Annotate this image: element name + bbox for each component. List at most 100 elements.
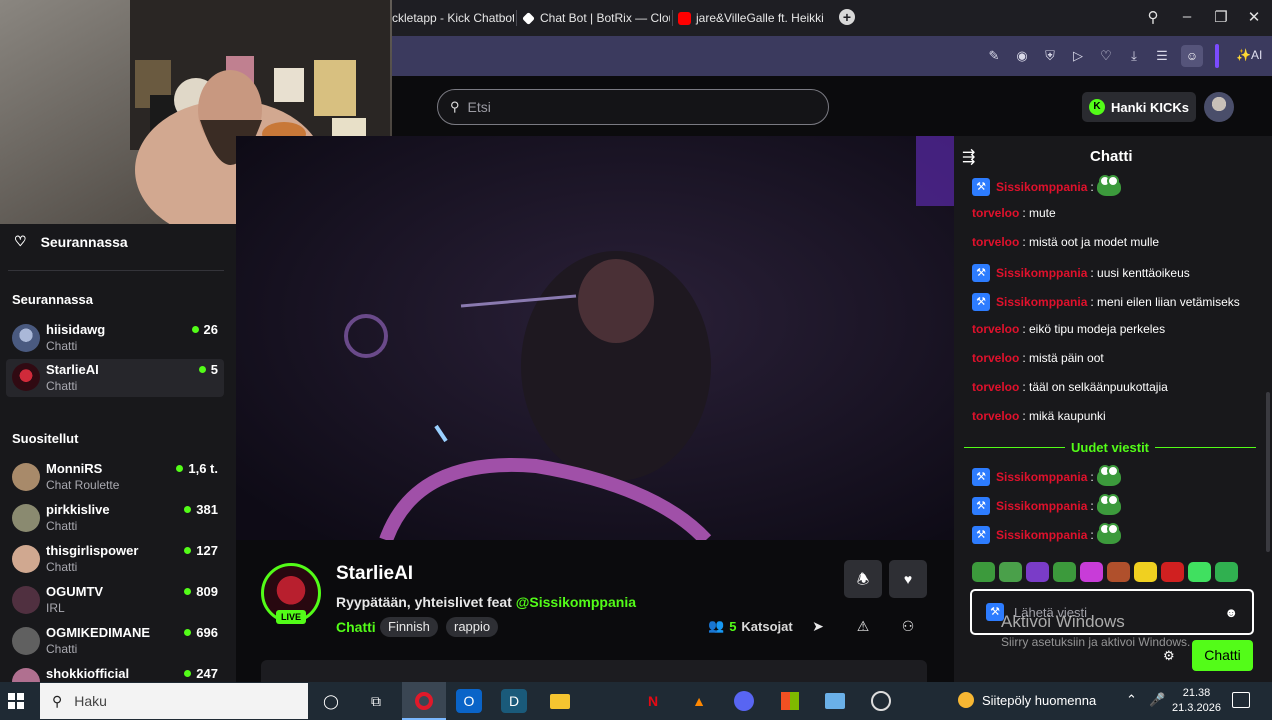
chat-username[interactable]: Sissikomppania — [996, 499, 1087, 513]
vlc-icon[interactable]: ▲ — [686, 689, 712, 713]
chat-username[interactable]: Sissikomppania — [996, 295, 1087, 309]
emote-3-icon[interactable] — [1026, 562, 1049, 582]
discord-icon[interactable] — [731, 689, 757, 713]
search-tabs-icon[interactable]: ⚲ — [1143, 8, 1163, 26]
collapse-chat-icon[interactable]: ⇶ — [962, 147, 975, 167]
opera-icon[interactable] — [411, 689, 437, 713]
camera-icon[interactable]: ◉ — [1013, 47, 1031, 65]
tag-rappio[interactable]: rappio — [446, 617, 499, 637]
emoji-icon[interactable]: ☻ — [1224, 605, 1238, 620]
ai-button[interactable]: ✨AI — [1236, 48, 1262, 62]
close-icon[interactable]: ✕ — [1244, 8, 1264, 26]
following-header[interactable]: ♡ Seurannassa — [14, 233, 128, 250]
avatar — [12, 668, 40, 682]
emote-4-icon[interactable] — [1053, 562, 1076, 582]
download-icon[interactable]: ⤓ — [1125, 47, 1143, 65]
add-user-icon[interactable]: ⚇ — [899, 617, 917, 635]
chat-username[interactable]: Sissikomppania — [996, 470, 1087, 484]
tray-expand-icon[interactable]: ⌃ — [1126, 692, 1137, 708]
sidebar-channel-monnirs[interactable]: MonniRS Chat Roulette 1,6 t. — [6, 459, 224, 497]
obs-icon[interactable] — [868, 689, 894, 713]
netflix-icon[interactable]: N — [640, 689, 666, 713]
remote-desktop-icon[interactable] — [822, 689, 848, 713]
sidebar-channel-ogmikedimane[interactable]: OGMIKEDIMANE Chatti 696 — [6, 623, 224, 661]
restore-icon[interactable]: ❐ — [1211, 8, 1231, 26]
windows-start-icon[interactable] — [8, 693, 24, 709]
notification-bell-button[interactable]: 🕭 — [844, 560, 882, 598]
chat-username[interactable]: torveloo — [972, 322, 1019, 336]
live-dot-icon — [184, 506, 192, 513]
browser-tab-3[interactable]: jare&VilleGalle ft. Heikki K — [678, 8, 828, 28]
sidebar-channel-hiisidawg[interactable]: hiisidawg Chatti 26 — [6, 320, 224, 358]
heart-icon[interactable]: ♡ — [1097, 47, 1115, 65]
chat-username[interactable]: torveloo — [972, 351, 1019, 365]
outlook-icon[interactable]: O — [456, 689, 482, 713]
emote-1-icon[interactable] — [972, 562, 995, 582]
browser-tab-1[interactable]: ckletapp - Kick Chatbot — [392, 8, 514, 28]
taskbar-search[interactable]: ⚲ — [40, 683, 308, 719]
youtube-favicon-icon — [678, 11, 691, 25]
chat-username[interactable]: Sissikomppania — [996, 266, 1087, 280]
report-icon[interactable]: ⚠ — [854, 617, 872, 635]
emote-5-icon[interactable] — [1080, 562, 1103, 582]
viewer-count: 5 — [198, 362, 218, 377]
task-view-icon[interactable]: ⧉ — [363, 689, 389, 713]
chat-username[interactable]: torveloo — [972, 235, 1019, 249]
emote-8-icon[interactable] — [1161, 562, 1184, 582]
play-icon[interactable]: ▷ — [1069, 47, 1087, 65]
sidebar-channel-thisgirlispower[interactable]: thisgirlispower Chatti 127 — [6, 541, 224, 579]
live-dot-icon — [184, 629, 192, 636]
emote-6-icon[interactable] — [1107, 562, 1130, 582]
edit-icon[interactable]: ✎ — [985, 47, 1003, 65]
share-icon[interactable]: ➤ — [809, 617, 827, 635]
disney-plus-icon[interactable]: D — [501, 689, 527, 713]
search-box[interactable]: ⚲ — [437, 89, 829, 125]
microphone-icon[interactable]: 🎤 — [1149, 692, 1165, 708]
weather-widget[interactable]: Siitepöly huomenna — [958, 692, 1096, 708]
channel-name[interactable]: StarlieAI — [336, 563, 413, 585]
taskbar-clock[interactable]: 21.38 21.3.2026 — [1172, 686, 1221, 716]
sidebar-channel-shokkiofficial[interactable]: shokkiofficial 247 — [6, 664, 224, 682]
tag-finnish[interactable]: Finnish — [380, 617, 438, 637]
cortana-icon[interactable]: ◯ — [318, 689, 344, 713]
new-tab-button[interactable]: + — [839, 9, 855, 25]
chat-username[interactable]: torveloo — [972, 206, 1019, 220]
clock-time: 21.38 — [1182, 687, 1211, 699]
search-input[interactable] — [467, 99, 808, 115]
video-player[interactable] — [236, 136, 954, 540]
taskbar-search-input[interactable] — [74, 693, 275, 709]
chat-username[interactable]: torveloo — [972, 409, 1019, 423]
emote-9-icon[interactable] — [1188, 562, 1211, 582]
file-explorer-icon[interactable] — [547, 689, 573, 713]
user-avatar[interactable] — [1204, 92, 1234, 122]
profile-icon[interactable]: ☺ — [1181, 45, 1203, 67]
shield-icon[interactable]: ⛨ — [1041, 47, 1059, 65]
stream-category[interactable]: Chatti — [336, 619, 376, 635]
chat-username[interactable]: Sissikomppania — [996, 180, 1087, 194]
moderator-badge-icon: ⚒ — [972, 264, 990, 282]
viewer-count: 381 — [184, 502, 218, 517]
chat-username[interactable]: Sissikomppania — [996, 528, 1087, 542]
chat-message: ⚒ Sissikomppania: — [972, 465, 1121, 486]
chat-settings-icon[interactable]: ⚙ — [1163, 648, 1175, 664]
emote-7-icon[interactable] — [1134, 562, 1157, 582]
microsoft-store-icon[interactable] — [777, 689, 803, 713]
menu-icon[interactable]: ☰ — [1153, 47, 1171, 65]
emote-2-icon[interactable] — [999, 562, 1022, 582]
follow-button[interactable]: ♥ — [889, 560, 927, 598]
tab-3-label: jare&VilleGalle ft. Heikki K — [696, 11, 828, 25]
chat-scrollbar[interactable] — [1266, 392, 1270, 552]
get-kicks-button[interactable]: K Hanki KICKs — [1082, 92, 1196, 122]
stream-panel-bar — [261, 660, 927, 682]
viewer-count-value: 696 — [196, 625, 218, 640]
notifications-icon[interactable] — [1232, 692, 1250, 708]
sidebar-channel-ogumtv[interactable]: OGUMTV IRL 809 — [6, 582, 224, 620]
chat-username[interactable]: torveloo — [972, 380, 1019, 394]
sidebar-channel-starlieai[interactable]: StarlieAI Chatti 5 — [6, 359, 224, 397]
emote-10-icon[interactable] — [1215, 562, 1238, 582]
browser-tab-2[interactable]: Chat Bot | BotRix — Cloud — [522, 8, 670, 28]
minimize-icon[interactable]: – — [1177, 8, 1197, 25]
chat-send-button[interactable]: Chatti — [1192, 640, 1253, 671]
sidebar-channel-pirkkislive[interactable]: pirkkislive Chatti 381 — [6, 500, 224, 538]
stream-title-mention[interactable]: @Sissikomppania — [516, 594, 636, 610]
